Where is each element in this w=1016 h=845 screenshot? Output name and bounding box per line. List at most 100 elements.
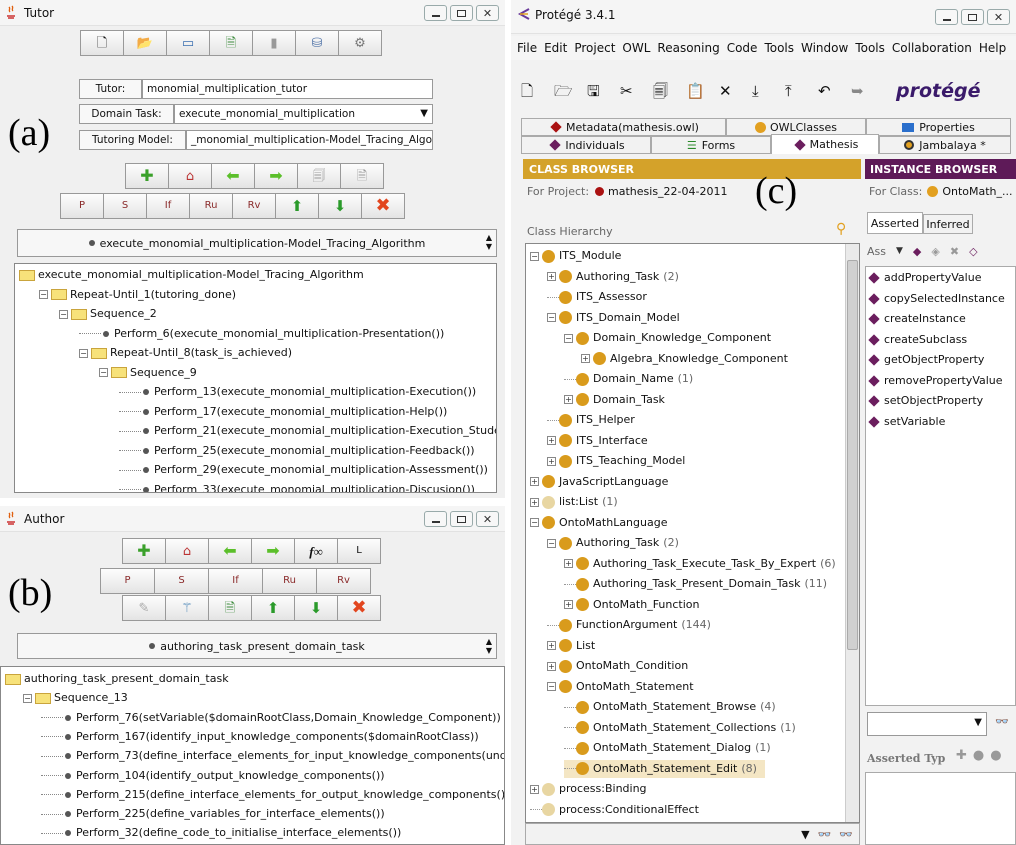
delete-button[interactable]: ✖ <box>361 193 405 219</box>
document-button[interactable]: 🗎 <box>340 163 384 189</box>
repeat-variable-button[interactable]: Rv <box>316 568 371 594</box>
instance-item[interactable]: addPropertyValue <box>866 271 981 285</box>
collapse-icon[interactable]: − <box>59 309 68 319</box>
instance-item[interactable]: createSubclass <box>866 333 967 347</box>
cut-icon[interactable]: ✂ <box>620 83 653 99</box>
move-down-button[interactable]: ⬇ <box>294 595 338 621</box>
close-button[interactable]: ✕ <box>987 9 1010 25</box>
expand-icon[interactable]: + <box>547 661 556 671</box>
asserted-types-list[interactable] <box>865 772 1016 845</box>
if-button[interactable]: If <box>208 568 263 594</box>
find-next-icon[interactable]: 👓 <box>839 828 853 841</box>
move-up-button[interactable]: ⬆ <box>275 193 319 219</box>
menu-item[interactable]: Project <box>574 41 615 55</box>
class-node[interactable]: + ITS_Teaching_Model <box>547 452 685 470</box>
collapse-icon[interactable]: − <box>99 368 108 377</box>
move-down-button[interactable]: ⬇ <box>318 193 362 219</box>
menu-item[interactable]: Code <box>727 41 758 55</box>
tutor-tree[interactable]: execute_monomial_multiplication-Model_Tr… <box>14 263 497 493</box>
add-type-icon[interactable]: ✚ <box>956 748 967 763</box>
class-hierarchy-tree[interactable]: − ITS_Module + Authoring_Task (2) ITS_Assesso… <box>525 243 860 823</box>
collapse-icon[interactable]: − <box>547 313 556 322</box>
repeat-until-button[interactable]: Ru <box>189 193 233 219</box>
class-node[interactable]: OntoMath_Statement_Browse (4) <box>564 698 776 716</box>
tree-node[interactable]: authoring_task_present_domain_task <box>5 672 229 686</box>
l-button[interactable]: L <box>337 538 381 564</box>
expand-icon[interactable]: + <box>530 497 539 507</box>
copy-instance-icon[interactable]: ◈ <box>931 245 939 258</box>
expand-icon[interactable]: + <box>530 784 539 794</box>
settings-button[interactable]: ⚙ <box>338 30 382 56</box>
menu-item[interactable]: Edit <box>544 41 567 55</box>
expand-icon[interactable]: + <box>564 559 573 568</box>
instance-item[interactable]: setObjectProperty <box>866 394 983 408</box>
tree-node[interactable]: Perform_29(execute_monomial_multiplicati… <box>119 463 488 477</box>
repeat-until-button[interactable]: Ru <box>262 568 317 594</box>
back-button[interactable]: ⬅ <box>211 163 255 189</box>
add-class-icon[interactable]: ● <box>973 748 984 763</box>
open-folder-button[interactable]: 📂 <box>123 30 167 56</box>
minimize-button[interactable] <box>424 5 447 21</box>
menu-item[interactable]: Tools <box>764 41 794 55</box>
tree-node[interactable]: − Repeat-Until_1(tutoring_done) <box>39 288 236 302</box>
tree-node[interactable]: Perform_21(execute_monomial_multiplicati… <box>119 424 496 438</box>
dropdown-icon[interactable]: ▼ <box>801 828 809 841</box>
class-node[interactable]: + Domain_Task <box>564 391 665 409</box>
new-file-button[interactable]: 🗋 <box>80 30 124 56</box>
tutor-field[interactable]: monomial_multiplication_tutor <box>142 79 433 99</box>
find-icon[interactable]: 👓 <box>818 828 832 841</box>
tree-node[interactable]: Perform_6(execute_monomial_multiplicatio… <box>79 327 444 341</box>
delete-button[interactable]: ✖ <box>337 595 381 621</box>
expand-icon[interactable]: + <box>581 354 590 363</box>
spinner-icon[interactable]: ▲ ▼ <box>486 233 492 251</box>
class-node[interactable]: − ITS_Domain_Model <box>547 309 680 327</box>
add-button[interactable]: ✚ <box>122 538 166 564</box>
tutoring-model-field[interactable]: _monomial_multiplication-Model_Tracing_A… <box>186 130 433 150</box>
class-node[interactable]: − Authoring_Task (2) <box>547 534 679 552</box>
tree-node[interactable]: − Sequence_13 <box>23 691 128 705</box>
tab-asserted[interactable]: Asserted <box>867 212 923 234</box>
class-node[interactable]: process:ConditionalEffect <box>530 801 699 819</box>
class-node[interactable]: + process:Binding <box>530 780 647 798</box>
menu-item[interactable]: Collaboration <box>892 41 972 55</box>
class-node[interactable]: ITS_Helper <box>547 411 635 429</box>
window-button[interactable]: ▭ <box>166 30 210 56</box>
class-node[interactable]: + OntoMath_Condition <box>547 657 688 675</box>
home-button[interactable]: ⌂ <box>165 538 209 564</box>
class-node[interactable]: Domain_Name (1) <box>564 370 693 388</box>
forward-button[interactable]: ➡ <box>254 163 298 189</box>
class-node[interactable]: ITS_Assessor <box>547 288 647 306</box>
tab-metadata[interactable]: Metadata(mathesis.owl) <box>521 118 726 136</box>
scrollbar[interactable] <box>845 244 859 822</box>
collapse-icon[interactable]: − <box>547 538 556 548</box>
tree-node[interactable]: Perform_104(identify_output_knowledge_co… <box>41 769 385 783</box>
repeat-variable-button[interactable]: Rv <box>232 193 276 219</box>
domain-task-select[interactable]: execute_monomial_multiplication ▼ <box>174 104 433 124</box>
close-button[interactable]: ✕ <box>476 5 499 21</box>
tree-node[interactable]: Perform_13(execute_monomial_multiplicati… <box>119 385 476 399</box>
forward-button[interactable]: ➡ <box>251 538 295 564</box>
paste-icon[interactable]: 📋 <box>686 83 719 99</box>
bookmark-button[interactable]: ▮ <box>252 30 296 56</box>
class-node[interactable]: − OntoMathLanguage <box>530 514 667 532</box>
maximize-button[interactable] <box>961 9 984 25</box>
tree-node[interactable]: execute_monomial_multiplication-Model_Tr… <box>19 268 364 282</box>
find-icon[interactable]: 👓 <box>995 715 1009 728</box>
if-button[interactable]: If <box>146 193 190 219</box>
tree-node[interactable]: Perform_25(execute_monomial_multiplicati… <box>119 444 475 458</box>
undo-icon[interactable]: ↶ <box>818 83 851 99</box>
collapse-icon[interactable]: − <box>39 290 48 299</box>
search-class-icon[interactable]: ⚲ <box>836 221 846 237</box>
author-tree[interactable]: authoring_task_present_domain_task − Seque… <box>0 666 505 845</box>
chevron-down-icon[interactable]: ▼ <box>420 108 428 119</box>
minimize-button[interactable] <box>424 511 447 527</box>
edit-button[interactable]: ✎ <box>122 595 166 621</box>
class-node[interactable]: + OntoMath_Function <box>564 596 699 614</box>
export-icon[interactable]: ⤒ <box>785 83 818 99</box>
tab-forms[interactable]: ☰ Forms <box>651 136 771 154</box>
remove-type-icon[interactable]: ● <box>990 748 1001 763</box>
minimize-button[interactable] <box>935 9 958 25</box>
menu-item[interactable]: Help <box>979 41 1006 55</box>
class-node[interactable]: Authoring_Task_Present_Domain_Task (11) <box>564 575 827 593</box>
tree-node[interactable]: Perform_225(define_variables_for_interfa… <box>41 807 385 821</box>
